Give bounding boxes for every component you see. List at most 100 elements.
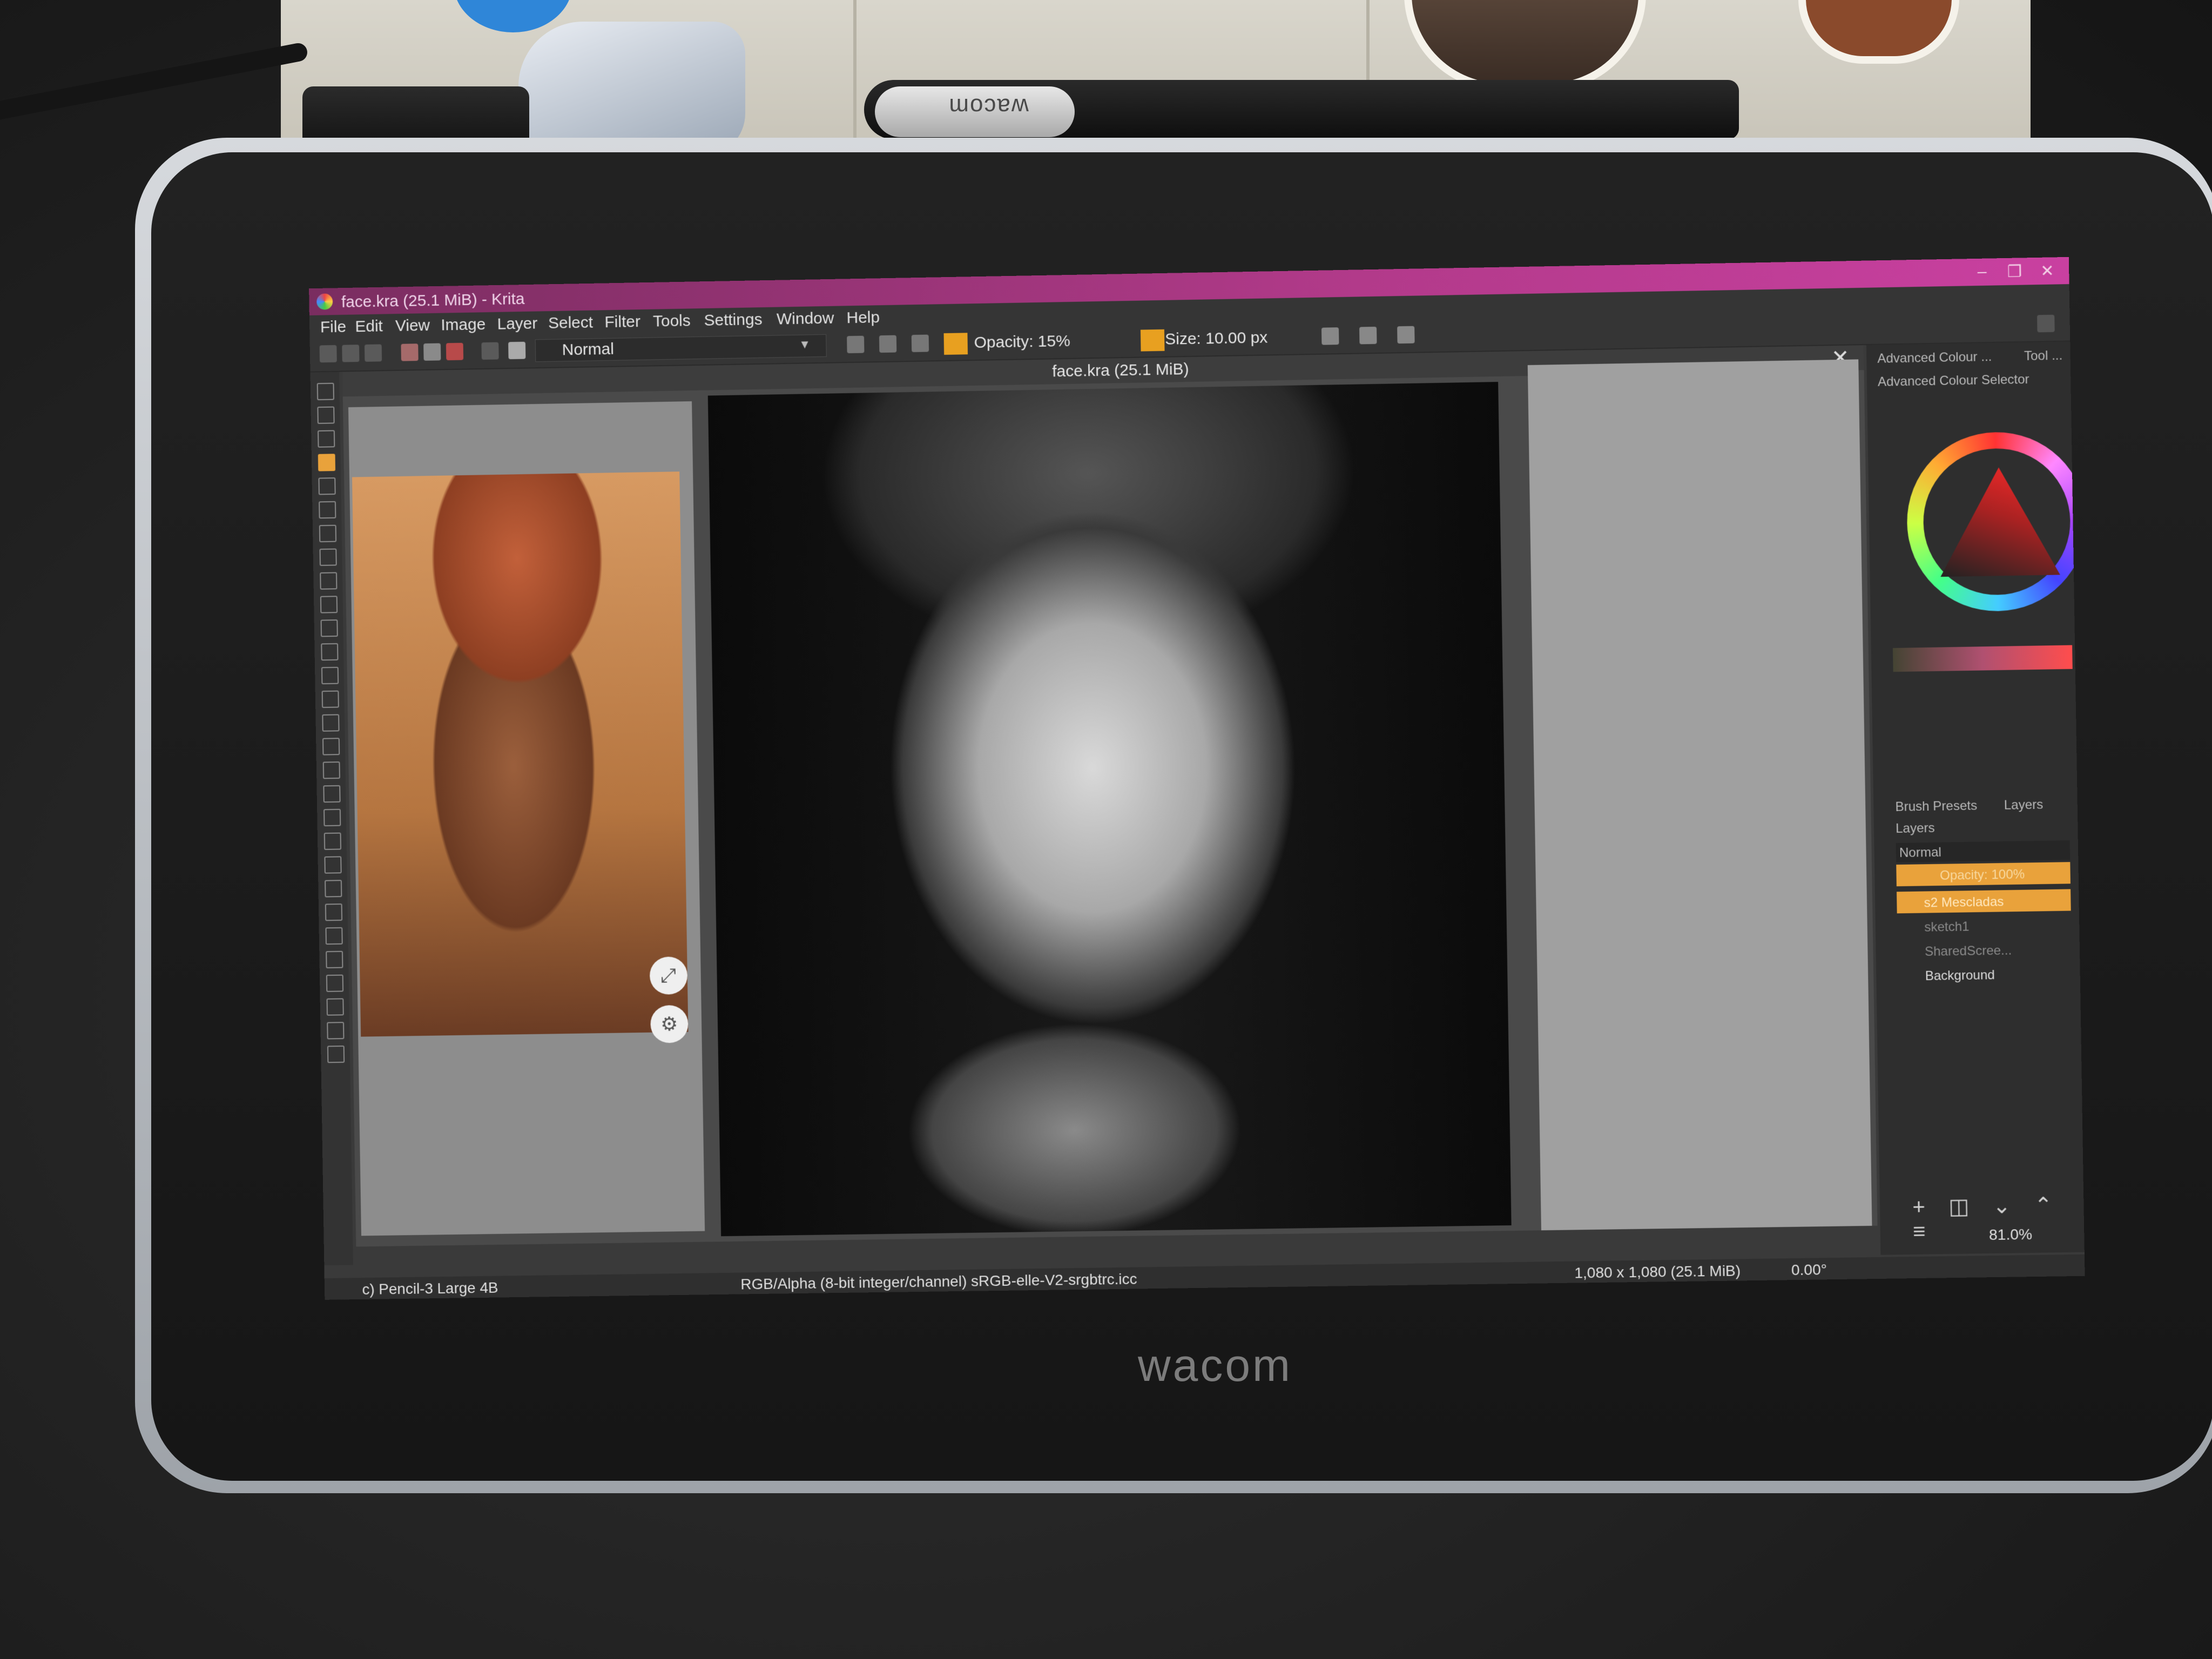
brush-preset-icon[interactable] xyxy=(508,342,525,359)
reference-image[interactable] xyxy=(352,471,688,1036)
eraser-mode-icon[interactable] xyxy=(847,336,864,354)
layer-row[interactable]: s2 Mescladas xyxy=(1897,889,2071,913)
layer-row[interactable]: sketch1 xyxy=(1897,914,2072,938)
wrap-around-icon[interactable] xyxy=(1397,326,1415,344)
layer-blend-value: Normal xyxy=(1899,845,1941,861)
painting-canvas[interactable] xyxy=(708,382,1512,1236)
size-slider[interactable]: Size: 10.00 px xyxy=(1165,328,1268,348)
gradient-icon[interactable] xyxy=(401,343,418,361)
similar-select-tool-icon[interactable] xyxy=(327,998,344,1015)
tab-layers[interactable]: Layers xyxy=(2004,797,2044,813)
opacity-slider[interactable]: Opacity: 15% xyxy=(974,332,1070,352)
window-title: face.kra (25.1 MiB) - Krita xyxy=(341,290,525,312)
layer-opacity-value: Opacity: 100% xyxy=(1940,867,2025,884)
minimize-button[interactable]: – xyxy=(1971,262,1993,281)
canvas-area[interactable]: ⤢ ⚙ xyxy=(343,370,1878,1246)
smart-patch-tool-icon[interactable] xyxy=(323,785,340,802)
move-tool-icon[interactable] xyxy=(322,691,339,708)
pattern-icon[interactable] xyxy=(423,343,441,361)
zoom-level[interactable]: 81.0% xyxy=(1989,1226,2032,1244)
brush-settings-icon[interactable] xyxy=(481,342,498,360)
rect-select-tool-icon[interactable] xyxy=(325,903,342,921)
text-tool-icon[interactable] xyxy=(317,407,334,424)
layer-blend-dropdown[interactable]: Normal xyxy=(1896,840,2071,862)
layer-name: SharedScree... xyxy=(1925,943,2012,959)
preserve-alpha-icon[interactable] xyxy=(879,335,896,353)
brush-name[interactable]: c) Pencil-3 Large 4B xyxy=(362,1279,498,1298)
reload-preset-icon[interactable] xyxy=(912,335,929,353)
color-history-bar[interactable] xyxy=(1893,645,2073,672)
new-document-icon[interactable] xyxy=(320,345,337,362)
menu-window[interactable]: Window xyxy=(777,309,834,329)
menu-image[interactable]: Image xyxy=(441,315,485,334)
close-window-button[interactable]: ✕ xyxy=(2036,261,2058,280)
mirror-vertical-icon[interactable] xyxy=(1359,327,1377,345)
astronaut-sticker xyxy=(518,22,745,157)
save-document-icon[interactable] xyxy=(365,344,382,361)
open-document-icon[interactable] xyxy=(342,345,359,362)
layers-title: Layers xyxy=(1896,821,1935,837)
freehand-select-tool-icon[interactable] xyxy=(326,975,343,992)
krita-logo-icon xyxy=(316,293,333,309)
dynamic-brush-tool-icon[interactable] xyxy=(321,643,338,660)
transform-tool-icon[interactable] xyxy=(322,714,339,731)
reference-tool-icon[interactable] xyxy=(325,880,342,897)
menu-tools[interactable]: Tools xyxy=(653,312,691,331)
fill-tool-icon[interactable] xyxy=(323,809,341,826)
zoom-tool-icon[interactable] xyxy=(327,1022,344,1039)
maximize-button[interactable]: ❐ xyxy=(2004,262,2026,281)
layer-name: Background xyxy=(1925,968,1995,984)
bezier-tool-icon[interactable] xyxy=(320,596,338,613)
ellipse-select-tool-icon[interactable] xyxy=(325,927,342,945)
colour-selector-title: Advanced Colour Selector xyxy=(1878,372,2029,390)
menu-view[interactable]: View xyxy=(395,316,430,335)
line-tool-icon[interactable] xyxy=(318,477,335,495)
tablet-screen: face.kra (25.1 MiB) - Krita – ❐ ✕ File E… xyxy=(309,257,2085,1300)
sticker-sheet-divider xyxy=(853,0,857,157)
image-size-info: 1,080 x 1,080 (25.1 MiB) xyxy=(1574,1262,1741,1282)
layer-opacity-slider[interactable]: Opacity: 100% xyxy=(1896,862,2071,886)
menu-filter[interactable]: Filter xyxy=(604,313,640,332)
select-shapes-tool-icon[interactable] xyxy=(317,383,334,400)
chevron-down-icon: ▾ xyxy=(801,335,808,352)
freehand-path-tool-icon[interactable] xyxy=(321,619,338,637)
edit-shapes-tool-icon[interactable] xyxy=(318,430,335,447)
layer-row[interactable]: Background xyxy=(1898,962,2072,987)
foreground-color-swatch[interactable] xyxy=(944,333,968,355)
menu-edit[interactable]: Edit xyxy=(355,318,383,336)
tab-advanced-colour[interactable]: Advanced Colour ... xyxy=(1877,349,1992,367)
rectangle-tool-icon[interactable] xyxy=(319,501,336,518)
gradient-tool-icon[interactable] xyxy=(322,738,340,755)
menu-select[interactable]: Select xyxy=(548,314,593,333)
layer-name: sketch1 xyxy=(1924,919,1970,935)
polyline-tool-icon[interactable] xyxy=(320,572,337,589)
tab-tool-options[interactable]: Tool ... xyxy=(2024,348,2063,364)
stylus-brand: wacom xyxy=(934,93,1042,120)
docker-panel: Advanced Colour ... Tool ... Advanced Co… xyxy=(1866,341,2085,1255)
tab-brush-presets[interactable]: Brush Presets xyxy=(1895,798,1977,814)
measure-tool-icon[interactable] xyxy=(324,856,341,873)
layer-name: s2 Mescladas xyxy=(1924,894,2004,911)
crop-tool-icon[interactable] xyxy=(321,667,339,684)
rotation-info: 0.00° xyxy=(1791,1261,1827,1279)
menu-settings[interactable]: Settings xyxy=(704,311,762,330)
swap-colors-icon[interactable] xyxy=(446,343,463,360)
tablet-brand-logo: wacom xyxy=(1026,1339,1404,1392)
canvas-background xyxy=(1528,359,1872,1230)
ellipse-tool-icon[interactable] xyxy=(319,525,336,542)
workspace-icon[interactable] xyxy=(2037,315,2055,333)
menu-layer[interactable]: Layer xyxy=(497,314,537,333)
assistant-tool-icon[interactable] xyxy=(324,833,341,850)
polygon-tool-icon[interactable] xyxy=(320,549,337,566)
menu-file[interactable]: File xyxy=(320,318,346,337)
menu-help[interactable]: Help xyxy=(846,308,880,327)
blend-mode-value: Normal xyxy=(562,340,614,360)
document-tab-title: face.kra (25.1 MiB) xyxy=(1052,360,1189,381)
color-picker-tool-icon[interactable] xyxy=(323,761,340,779)
polygon-select-tool-icon[interactable] xyxy=(326,951,343,968)
pan-tool-icon[interactable] xyxy=(327,1046,345,1063)
mirror-horizontal-icon[interactable] xyxy=(1321,327,1339,345)
size-color-swatch[interactable] xyxy=(1141,329,1165,352)
layer-row[interactable]: SharedScree... xyxy=(1897,938,2072,962)
freehand-brush-tool-icon[interactable] xyxy=(318,454,335,471)
